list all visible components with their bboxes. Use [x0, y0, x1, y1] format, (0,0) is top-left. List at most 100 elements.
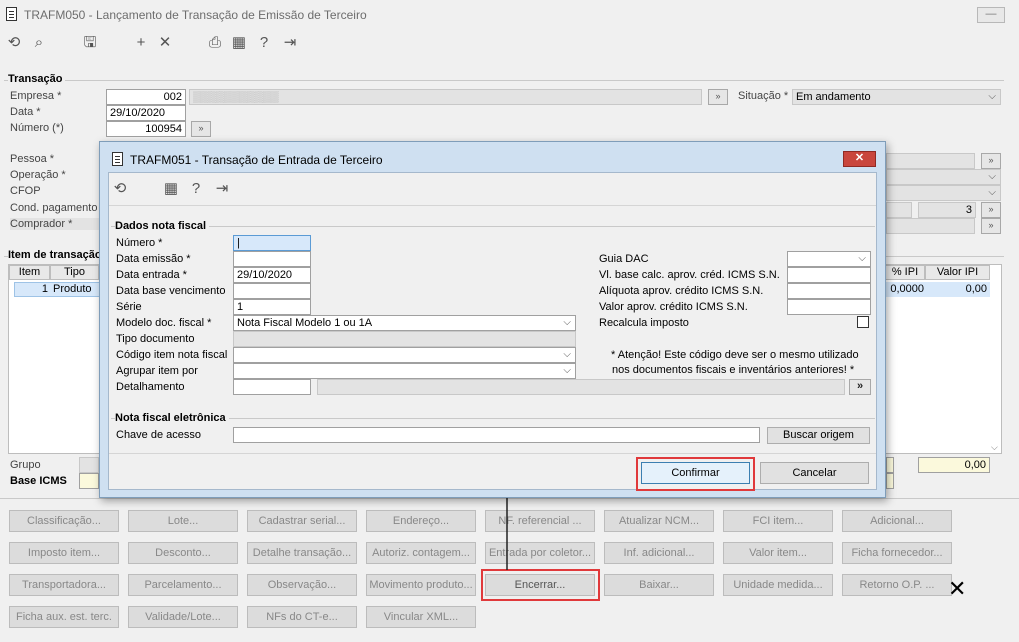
empresa-code-field[interactable]: 002 [106, 89, 186, 105]
atencao-line2: nos documentos fiscais e inventários ant… [612, 364, 855, 376]
atencao-line1: * Atenção! Este código deve ser o mesmo … [611, 349, 859, 361]
numero-field[interactable]: 100954 [106, 121, 186, 137]
numero-search-button[interactable]: » [191, 121, 211, 137]
action-button[interactable]: NFs do CT-e... [247, 606, 357, 628]
grupo-field [79, 457, 99, 473]
cond-parcelas-field: 3 [918, 202, 976, 218]
dados-group-title: Dados nota fiscal [115, 220, 210, 232]
cond-search-button[interactable]: » [981, 202, 1001, 218]
data-base-field[interactable] [233, 283, 311, 299]
confirmar-button[interactable]: Confirmar [641, 462, 750, 484]
action-button[interactable]: Ficha fornecedor... [842, 542, 952, 564]
delete-icon[interactable]: ✕ [155, 33, 175, 53]
dialog-title: TRAFM051 - Transação de Entrada de Terce… [130, 153, 383, 167]
detalhamento-code-field[interactable] [233, 379, 311, 395]
chave-label: Chave de acesso [116, 429, 201, 441]
footer-divider [109, 453, 876, 454]
action-button[interactable]: Retorno O.P. ... [842, 574, 952, 596]
cfop-select[interactable]: ⌵ [886, 185, 1001, 201]
empresa-search-button[interactable]: » [708, 89, 728, 105]
refresh-icon[interactable]: ⟲ [110, 179, 130, 199]
action-button[interactable]: Baixar... [604, 574, 714, 596]
serie-field[interactable]: 1 [233, 299, 311, 315]
action-button[interactable]: Transportadora... [9, 574, 119, 596]
cancelar-button[interactable]: Cancelar [760, 462, 869, 484]
modelo-value: Nota Fiscal Modelo 1 ou 1A [237, 317, 373, 329]
data-field[interactable]: 29/10/2020 [106, 105, 186, 121]
codigo-item-select[interactable]: ⌵ [233, 347, 576, 363]
grid-header-tipo[interactable]: Tipo [50, 265, 99, 280]
grid-header-item[interactable]: Item [9, 265, 50, 280]
total-field: 0,00 [918, 457, 990, 473]
aliquota-field[interactable] [787, 283, 871, 299]
buscar-origem-button[interactable]: Buscar origem [767, 427, 870, 444]
add-icon[interactable]: + [131, 33, 151, 53]
help-icon[interactable]: ? [186, 179, 206, 199]
pessoa-search-button[interactable]: » [981, 153, 1001, 169]
recalcula-label: Recalcula imposto [599, 317, 689, 329]
cond-field [886, 202, 912, 218]
grid-header-valor-ipi[interactable]: Valor IPI [925, 265, 990, 280]
data-emissao-field[interactable] [233, 251, 311, 267]
action-button[interactable]: Parcelamento... [128, 574, 238, 596]
action-button[interactable]: Ficha aux. est. terc. [9, 606, 119, 628]
action-button[interactable]: Lote... [128, 510, 238, 532]
recalcula-checkbox[interactable] [857, 316, 869, 328]
vl-base-label: Vl. base calc. aprov. créd. ICMS S.N. [599, 269, 780, 281]
dlg-numero-field[interactable]: | [233, 235, 311, 251]
modelo-select[interactable]: Nota Fiscal Modelo 1 ou 1A ⌵ [233, 315, 576, 331]
grid-header-ipi-pct[interactable]: % IPI [885, 265, 925, 280]
action-button[interactable]: Vincular XML... [366, 606, 476, 628]
comprador-label: Comprador * [10, 218, 100, 230]
action-button[interactable]: Atualizar NCM... [604, 510, 714, 532]
help-icon[interactable]: ? [254, 33, 274, 53]
exit-icon[interactable]: ⇥ [280, 33, 300, 53]
print-icon[interactable]: ⎙ [205, 33, 225, 53]
action-button[interactable]: Cadastrar serial... [247, 510, 357, 532]
action-button[interactable]: Desconto... [128, 542, 238, 564]
detalhamento-search-button[interactable]: » [849, 379, 871, 395]
action-button[interactable]: FCI item... [723, 510, 833, 532]
action-button[interactable]: Movimento produto... [366, 574, 476, 596]
action-button[interactable]: Adicional... [842, 510, 952, 532]
agrupar-select[interactable]: ⌵ [233, 363, 576, 379]
action-button[interactable]: Validade/Lote... [128, 606, 238, 628]
empresa-label: Empresa * [10, 90, 62, 102]
action-button[interactable]: Inf. adicional... [604, 542, 714, 564]
action-button[interactable]: Observação... [247, 574, 357, 596]
save-icon[interactable]: 🖫 [80, 33, 100, 53]
dialog-close-button[interactable]: ✕ [843, 151, 876, 167]
detalhamento-label: Detalhamento [116, 381, 185, 393]
minimize-button[interactable]: — [977, 7, 1005, 23]
dialog-body: ⟲ ▦ ? ⇥ Dados nota fiscal Número * | Dat… [108, 172, 877, 491]
document-icon [6, 7, 17, 21]
scroll-down-icon[interactable]: ⌵ [991, 442, 998, 453]
situacao-label: Situação * [738, 90, 789, 102]
action-button[interactable]: Unidade medida... [723, 574, 833, 596]
action-button[interactable]: Detalhe transação... [247, 542, 357, 564]
valor-aprov-field[interactable] [787, 299, 871, 315]
data-emissao-label: Data emissão * [116, 253, 191, 265]
action-button[interactable]: Valor item... [723, 542, 833, 564]
action-button[interactable]: Imposto item... [9, 542, 119, 564]
chevron-down-icon: ⌵ [563, 365, 571, 376]
calendar-icon[interactable]: ▦ [161, 179, 181, 199]
exit-icon[interactable]: ⇥ [212, 179, 232, 199]
base-icms-label: Base ICMS [10, 475, 67, 487]
refresh-icon[interactable]: ⟲ [4, 33, 24, 53]
vl-base-field[interactable] [787, 267, 871, 283]
row-tipo-cell: Produto [53, 283, 92, 295]
tipo-doc-field [233, 331, 576, 347]
guia-dac-select[interactable]: ⌵ [787, 251, 871, 267]
calendar-icon[interactable]: ▦ [229, 33, 249, 53]
search-icon[interactable]: ⌕ [29, 33, 49, 53]
data-entrada-field[interactable]: 29/10/2020 [233, 267, 311, 283]
action-button[interactable]: Endereço... [366, 510, 476, 532]
operacao-select[interactable]: ⌵ [886, 169, 1001, 185]
chevron-down-icon: ⌵ [988, 171, 996, 182]
action-button[interactable]: Classificação... [9, 510, 119, 532]
chave-field[interactable] [233, 427, 760, 443]
action-button[interactable]: Autoriz. contagem... [366, 542, 476, 564]
situacao-select[interactable]: Em andamento ⌵ [792, 89, 1001, 105]
comprador-search-button[interactable]: » [981, 218, 1001, 234]
